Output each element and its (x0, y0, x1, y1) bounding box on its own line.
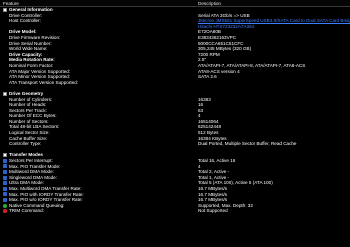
feature-cell: Controller Type: (0, 141, 198, 147)
feature-cell: Host Controller: (0, 18, 198, 24)
description-column-header[interactable]: Description (198, 0, 350, 6)
document-icon (3, 175, 7, 180)
feature-cell: TRIM Command: (0, 208, 198, 214)
document-icon (3, 186, 7, 191)
document-icon (3, 158, 7, 163)
feature-cell: ATA Transport Version Supported: (0, 80, 198, 86)
feature-column-header[interactable]: Feature (0, 0, 198, 6)
description-value: Not Supported (198, 208, 228, 214)
section-icon (3, 7, 7, 12)
section-icon (3, 153, 7, 158)
document-icon (3, 170, 7, 175)
table-row[interactable]: Controller Type: Dual Ported, Multiple Se… (0, 141, 350, 147)
feature-label: Controller Type: (9, 141, 42, 147)
check-icon (3, 203, 7, 208)
document-icon (3, 181, 7, 186)
document-icon (3, 197, 7, 202)
description-value: SATA 2.6 (198, 74, 217, 80)
feature-label: Host Controller: (9, 18, 41, 24)
error-icon (3, 209, 7, 214)
feature-label: TRIM Command: (9, 208, 44, 214)
section-icon (3, 91, 7, 96)
table-row[interactable]: TRIM Command: Not Supported (0, 208, 350, 214)
description-value: Dual Ported, Multiple Sector Buffer, Rea… (198, 141, 297, 147)
feature-label: ATA Transport Version Supported: (9, 79, 79, 85)
document-icon (3, 192, 7, 197)
drive-info-table: Feature Description General Information … (0, 0, 350, 247)
table-header: Feature Description (0, 0, 350, 7)
document-icon (3, 164, 7, 169)
